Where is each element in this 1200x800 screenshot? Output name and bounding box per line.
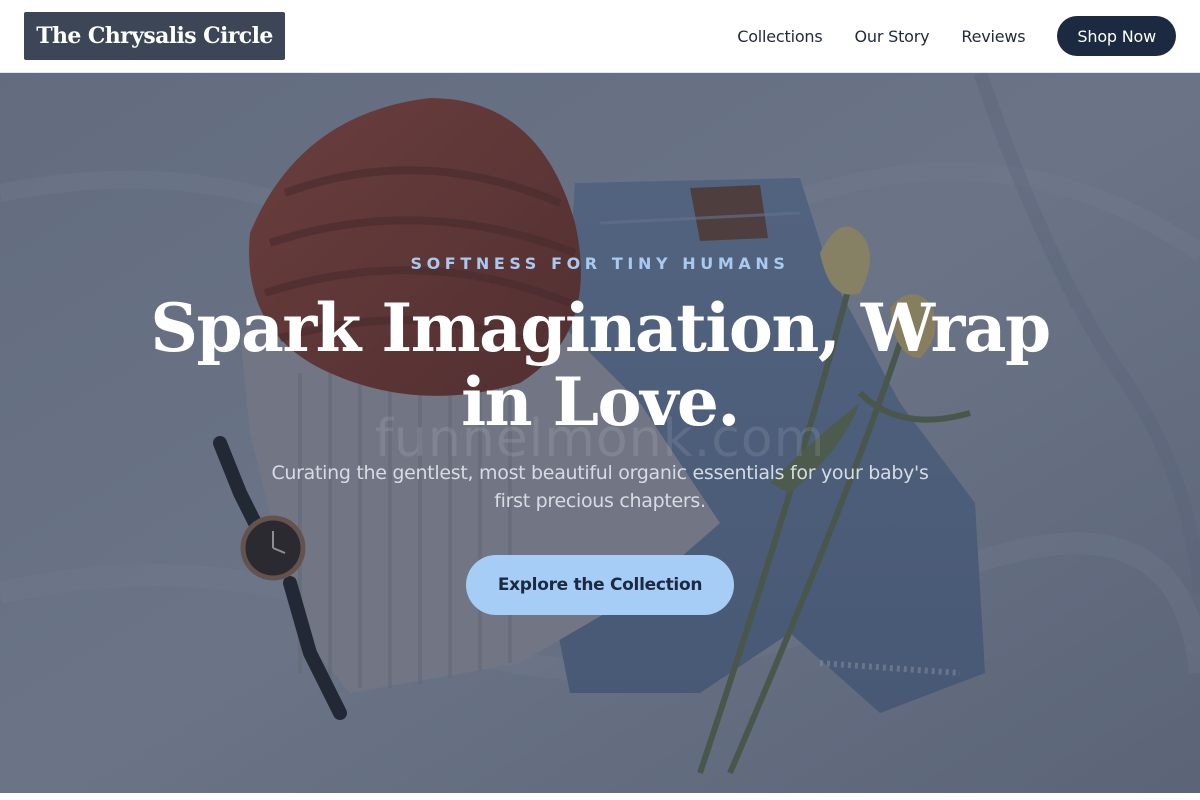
hero-eyebrow: SOFTNESS FOR TINY HUMANS xyxy=(410,254,790,273)
hero-content: SOFTNESS FOR TINY HUMANS Spark Imaginati… xyxy=(0,73,1200,793)
site-header: The Chrysalis Circle Collections Our Sto… xyxy=(0,0,1200,73)
shop-now-button[interactable]: Shop Now xyxy=(1057,16,1176,56)
hero-section: SOFTNESS FOR TINY HUMANS Spark Imaginati… xyxy=(0,73,1200,793)
site-logo[interactable]: The Chrysalis Circle xyxy=(24,12,285,60)
explore-collection-button[interactable]: Explore the Collection xyxy=(466,555,734,615)
nav-link-our-story[interactable]: Our Story xyxy=(855,27,930,46)
main-nav: Collections Our Story Reviews Shop Now xyxy=(737,16,1176,56)
page-bottom-strip xyxy=(0,793,1200,800)
nav-link-collections[interactable]: Collections xyxy=(737,27,822,46)
nav-link-reviews[interactable]: Reviews xyxy=(961,27,1025,46)
hero-subtext: Curating the gentlest, most beautiful or… xyxy=(271,462,929,512)
